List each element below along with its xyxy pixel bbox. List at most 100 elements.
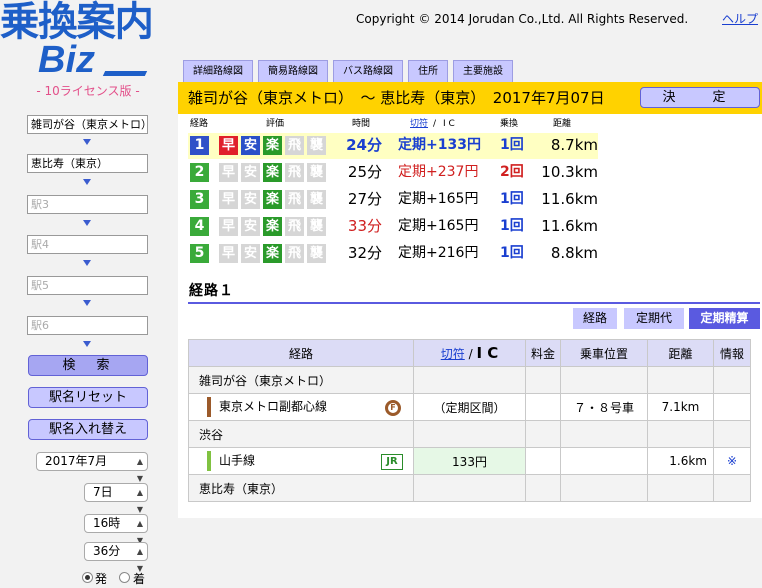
header-distance: 距離 <box>553 119 572 129</box>
arrow-down-icon <box>83 260 91 266</box>
depart-radio[interactable] <box>82 572 93 583</box>
tab-simple-map[interactable]: 簡易路線図 <box>258 60 328 82</box>
badge-extra: 襲 <box>307 136 326 155</box>
segment-info-link[interactable]: ※ <box>713 447 751 475</box>
subtab-route[interactable]: 経路 <box>573 308 617 329</box>
heading-divider <box>188 302 760 304</box>
badge-flight: 飛 <box>285 190 304 209</box>
station-2-input[interactable]: 恵比寿（東京） <box>27 154 148 173</box>
route-fare: 定期+216円 <box>398 245 479 261</box>
col-ticket-link[interactable]: 切符 <box>441 347 465 361</box>
header-time: 時間 <box>352 119 371 129</box>
reset-stations-button[interactable]: 駅名リセット <box>28 387 148 408</box>
badge-flight: 飛 <box>285 163 304 182</box>
minute-select[interactable]: 36分 ▲ ▼ <box>84 542 148 573</box>
segment-car <box>560 447 648 475</box>
route-distance: 11.6km <box>541 217 598 235</box>
header-rating: 評価 <box>266 119 285 129</box>
badge-easy: 楽 <box>263 136 282 155</box>
badge-extra: 襲 <box>307 244 326 263</box>
line-name[interactable]: 山手線 <box>219 454 255 468</box>
station-3-input[interactable]: 駅3 <box>27 195 148 214</box>
station-1-input[interactable]: 雑司が谷（東京メトロ） <box>27 115 148 134</box>
swap-stations-button[interactable]: 駅名入れ替え <box>28 419 148 440</box>
badge-flight: 飛 <box>285 244 304 263</box>
route-title: 雑司が谷（東京メトロ） 〜 恵比寿（東京） 2017年7月07日 <box>188 89 605 107</box>
segment-distance: 1.6km <box>647 447 714 475</box>
badge-cheap: 安 <box>241 136 260 155</box>
badge-fast: 早 <box>219 190 238 209</box>
decide-button[interactable]: 決 定 <box>640 87 760 108</box>
year-month-select[interactable]: 2017年7月 ▲ ▼ <box>36 452 148 483</box>
route-number: 2 <box>190 163 209 182</box>
station-6-input[interactable]: 駅6 <box>27 316 148 335</box>
metro-line-f-icon: F <box>385 400 401 416</box>
tab-bus-map[interactable]: バス路線図 <box>333 60 403 82</box>
segment-car: ７・８号車 <box>560 393 648 421</box>
header-transfer: 乗換 <box>500 119 519 129</box>
route-transfers: 1回 <box>500 245 524 261</box>
header-slash: / <box>433 119 437 129</box>
route-fare: 定期+165円 <box>398 218 479 234</box>
route-time: 32分 <box>347 244 382 262</box>
badge-cheap: 安 <box>241 163 260 182</box>
logo-swoosh <box>102 71 148 76</box>
route-time: 24分 <box>346 136 382 154</box>
subtab-commuter-pass[interactable]: 定期代 <box>624 308 684 329</box>
route-transfers: 1回 <box>500 218 524 234</box>
tab-facilities[interactable]: 主要施設 <box>453 60 513 82</box>
route-detail-table: 経路 切符 / I C 料金 乗車位置 距離 情報 雑司が谷（東京メトロ） 東京… <box>188 339 751 502</box>
day-select[interactable]: 7日 ▲ ▼ <box>84 483 148 514</box>
arrive-label: 着 <box>133 572 146 586</box>
station-row: 雑司が谷（東京メトロ） <box>188 366 751 394</box>
subtab-pass-settlement[interactable]: 定期精算 <box>689 308 760 329</box>
arrow-down-icon <box>83 220 91 226</box>
segment-line: 山手線 JR <box>188 447 414 475</box>
detail-header-row: 経路 切符 / I C 料金 乗車位置 距離 情報 <box>188 339 751 367</box>
depart-label: 発 <box>95 572 108 586</box>
license-label: - 10ライセンス版 - <box>36 84 140 98</box>
badge-easy: 楽 <box>263 190 282 209</box>
segment-fare: （定期区間） <box>413 393 526 421</box>
route-distance: 8.8km <box>550 244 598 262</box>
badge-easy: 楽 <box>263 244 282 263</box>
station-row: 渋谷 <box>188 420 751 448</box>
segment-distance: 7.1km <box>647 393 714 421</box>
badge-easy: 楽 <box>263 217 282 236</box>
col-fare: 切符 / I C <box>413 339 526 367</box>
badge-flight: 飛 <box>285 217 304 236</box>
chevron-updown-icon: ▲ ▼ <box>136 488 143 514</box>
route-transfers: 2回 <box>500 164 524 180</box>
route-time: 33分 <box>347 217 382 235</box>
badge-cheap: 安 <box>241 190 260 209</box>
line-color-bar <box>207 451 211 471</box>
hour-select[interactable]: 16時 ▲ ▼ <box>84 514 148 545</box>
badge-fast: 早 <box>219 244 238 263</box>
station-4-input[interactable]: 駅4 <box>27 235 148 254</box>
header-ticket-link[interactable]: 切符 <box>410 118 428 130</box>
line-color-bar <box>207 397 211 417</box>
col-ic: I C <box>476 344 499 362</box>
line-name[interactable]: 東京メトロ副都心線 <box>219 400 327 414</box>
help-link[interactable]: ヘルプ <box>722 11 758 27</box>
station-name: 渋谷 <box>188 420 414 448</box>
segment-row: 山手線 JR 133円 1.6km ※ <box>188 447 751 475</box>
route-time: 27分 <box>347 190 382 208</box>
route-distance: 10.3km <box>541 163 598 181</box>
copyright-text: Copyright © 2014 Jorudan Co.,Ltd. All Ri… <box>356 12 689 26</box>
arrow-down-icon <box>83 341 91 347</box>
segment-line: 東京メトロ副都心線 F <box>188 393 414 421</box>
badge-fast: 早 <box>219 163 238 182</box>
tab-detail-map[interactable]: 詳細路線図 <box>183 60 253 82</box>
station-5-input[interactable]: 駅5 <box>27 276 148 295</box>
tab-address[interactable]: 住所 <box>408 60 448 82</box>
col-surcharge: 料金 <box>525 339 561 367</box>
route-number: 4 <box>190 217 209 236</box>
route-distance: 8.7km <box>550 136 598 154</box>
arrive-radio[interactable] <box>119 572 130 583</box>
chevron-updown-icon: ▲ ▼ <box>136 457 143 483</box>
arrow-down-icon <box>83 179 91 185</box>
search-button[interactable]: 検 索 <box>28 355 148 376</box>
route-fare: 定期+237円 <box>398 164 479 180</box>
segment-info <box>713 393 751 421</box>
